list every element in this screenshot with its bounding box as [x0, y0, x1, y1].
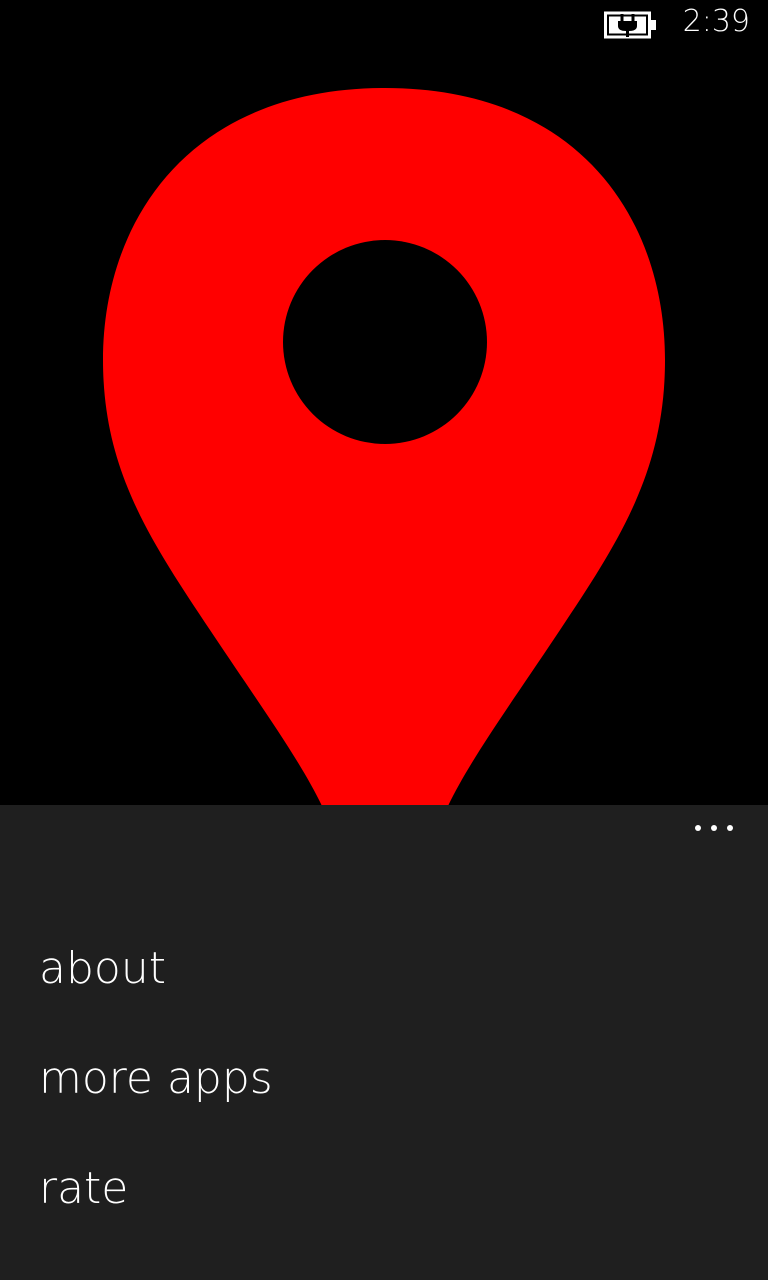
ellipsis-icon	[727, 825, 733, 831]
ellipsis-icon	[695, 825, 701, 831]
map-pin-icon	[103, 88, 665, 806]
menu-item-about[interactable]: about	[39, 933, 273, 1043]
menu-item-rate[interactable]: rate	[39, 1153, 273, 1263]
ellipsis-icon	[711, 825, 717, 831]
pin-hole	[283, 240, 487, 444]
more-options-button[interactable]	[686, 813, 742, 843]
app-bar-menu: about more apps rate	[39, 933, 273, 1263]
menu-item-more-apps[interactable]: more apps	[39, 1043, 273, 1153]
application-bar: about more apps rate	[0, 805, 768, 1280]
app-screen: 2:39 about more apps rate	[0, 0, 768, 1280]
pin-area	[0, 0, 768, 806]
